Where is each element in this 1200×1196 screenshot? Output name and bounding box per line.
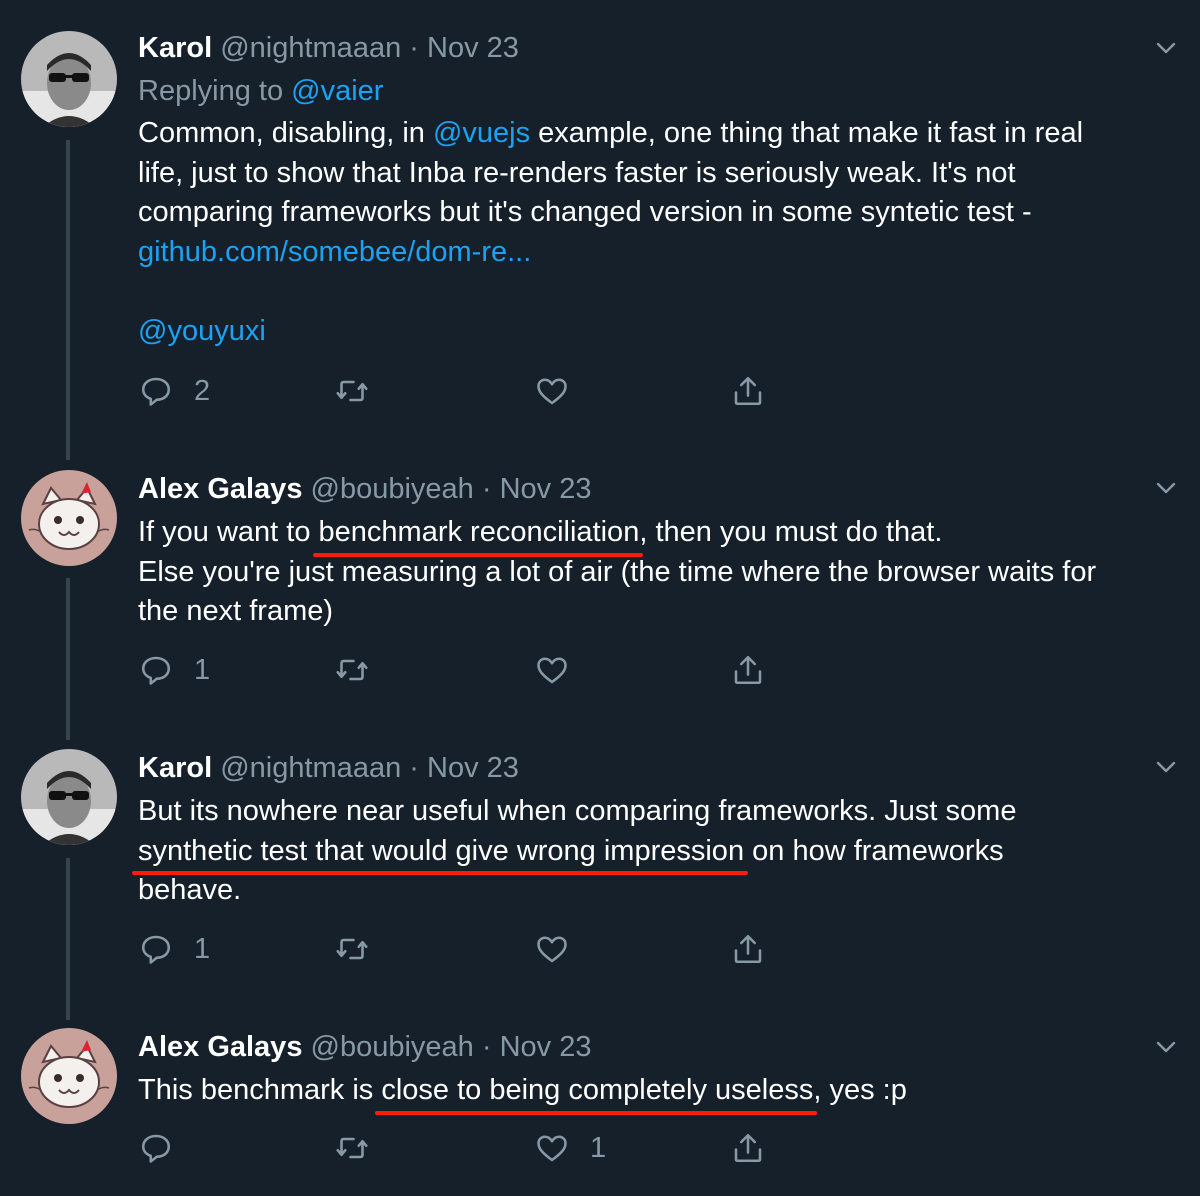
like-button[interactable] — [534, 371, 590, 411]
mention-link[interactable]: @vaier — [291, 75, 383, 107]
share-button[interactable] — [730, 371, 766, 411]
share-icon — [734, 655, 762, 685]
tweet-date[interactable]: Nov 23 — [427, 32, 519, 64]
tweet-date[interactable]: Nov 23 — [427, 752, 519, 784]
avatar[interactable] — [21, 31, 117, 127]
display-name[interactable]: Karol — [138, 752, 212, 784]
retweet-icon — [336, 380, 368, 402]
tweet[interactable]: Karol @nightmaaan · Nov 23 Replying to @… — [0, 0, 1200, 450]
text-line: life, just to show that Inba re-renders … — [138, 156, 1016, 189]
highlighted-text: synthetic test that would give wrong imp… — [131, 832, 749, 875]
heart-icon — [537, 378, 567, 405]
avatar[interactable] — [21, 749, 117, 845]
text-line: Else you're just measuring a lot of air … — [138, 555, 1097, 588]
share-icon — [734, 934, 762, 964]
tweet-text: But its nowhere near useful when compari… — [131, 792, 1170, 911]
text-line: the next frame) — [138, 595, 334, 627]
retweet-button[interactable] — [334, 371, 390, 411]
text-segment: This benchmark is — [138, 1074, 382, 1106]
retweet-button[interactable] — [334, 650, 390, 690]
reply-button[interactable]: 2 — [138, 371, 210, 411]
text-segment: example, one thing that make it fast in … — [530, 117, 1084, 149]
replying-to: Replying to @vaier — [138, 68, 1170, 114]
retweet-button[interactable] — [334, 929, 390, 969]
tweet-header: Karol @nightmaaan · Nov 23 — [138, 28, 1170, 68]
avatar[interactable] — [21, 470, 117, 566]
replying-to-prefix: Replying to — [138, 75, 292, 107]
text-segment: , then you must do that. — [639, 516, 943, 548]
text-segment: Common, disabling, in — [138, 117, 433, 149]
reply-button[interactable]: 1 — [138, 650, 210, 690]
mention-link[interactable]: @vuejs — [433, 117, 530, 149]
like-button[interactable] — [534, 929, 590, 969]
like-count: 1 — [590, 1131, 607, 1164]
tweet[interactable]: Alex Galays @boubiyeah · Nov 23 This ben… — [0, 1020, 1200, 1196]
retweet-button[interactable] — [334, 1128, 390, 1168]
retweet-icon — [336, 659, 368, 681]
reply-count: 1 — [194, 932, 211, 965]
separator-dot: · — [481, 1031, 492, 1063]
share-button[interactable] — [730, 650, 766, 690]
text-segment: on how frameworks — [744, 834, 1004, 867]
display-name[interactable]: Alex Galays — [138, 1031, 302, 1063]
reply-icon — [141, 656, 171, 685]
highlighted-text: benchmark reconciliation — [312, 513, 644, 556]
tweet-header: Karol @nightmaaan · Nov 23 — [138, 748, 1170, 788]
tweet-text: If you want to benchmark reconciliation,… — [138, 513, 1170, 632]
share-button[interactable] — [730, 1128, 766, 1168]
reply-button[interactable] — [138, 1128, 194, 1168]
url-link[interactable]: github.com/somebee/dom-re... — [138, 236, 531, 268]
share-button[interactable] — [730, 929, 766, 969]
tweet-date[interactable]: Nov 23 — [500, 1031, 592, 1063]
like-button[interactable] — [534, 650, 590, 690]
text-line: But its nowhere near useful when compari… — [138, 795, 1017, 827]
text-segment: If you want to — [138, 516, 319, 548]
highlighted-text: close to being completely useless — [375, 1071, 818, 1114]
tweet[interactable]: Alex Galays @boubiyeah · Nov 23 If you w… — [0, 460, 1200, 730]
heart-icon — [537, 657, 567, 684]
reply-count: 2 — [194, 374, 211, 407]
user-handle[interactable]: @nightmaaan — [220, 32, 401, 64]
text-line: behave. — [138, 874, 242, 906]
display-name[interactable]: Karol — [138, 32, 212, 64]
user-handle[interactable]: @boubiyeah — [311, 1031, 474, 1063]
separator-dot: · — [481, 473, 492, 505]
reply-count: 1 — [194, 653, 211, 686]
retweet-icon — [336, 1137, 368, 1159]
user-handle[interactable]: @boubiyeah — [311, 473, 474, 505]
tweet-text: This benchmark is close to being complet… — [138, 1071, 1170, 1114]
heart-icon — [537, 936, 567, 963]
reply-button[interactable]: 1 — [138, 929, 210, 969]
tweet-text: Common, disabling, in @vuejs example, on… — [138, 114, 1170, 351]
tweet-header: Alex Galays @boubiyeah · Nov 23 — [138, 1027, 1170, 1067]
reply-icon — [141, 1134, 171, 1163]
share-icon — [734, 376, 762, 406]
tweet[interactable]: Karol @nightmaaan · Nov 23 But its nowhe… — [0, 740, 1200, 1010]
user-handle[interactable]: @nightmaaan — [220, 752, 401, 784]
display-name[interactable]: Alex Galays — [138, 473, 302, 505]
reply-icon — [141, 935, 171, 964]
share-icon — [734, 1133, 762, 1163]
avatar[interactable] — [21, 1028, 117, 1124]
separator-dot: · — [409, 32, 419, 64]
separator-dot: · — [409, 752, 419, 784]
heart-icon — [537, 1135, 567, 1162]
like-button[interactable]: 1 — [534, 1128, 606, 1168]
tweet-date[interactable]: Nov 23 — [500, 473, 592, 505]
reply-icon — [141, 377, 171, 406]
text-line: comparing frameworks but it's changed ve… — [138, 196, 1032, 228]
text-segment: , yes :p — [813, 1074, 907, 1106]
retweet-icon — [336, 938, 368, 960]
mention-link[interactable]: @youyuxi — [138, 315, 266, 347]
tweet-header: Alex Galays @boubiyeah · Nov 23 — [138, 469, 1170, 509]
